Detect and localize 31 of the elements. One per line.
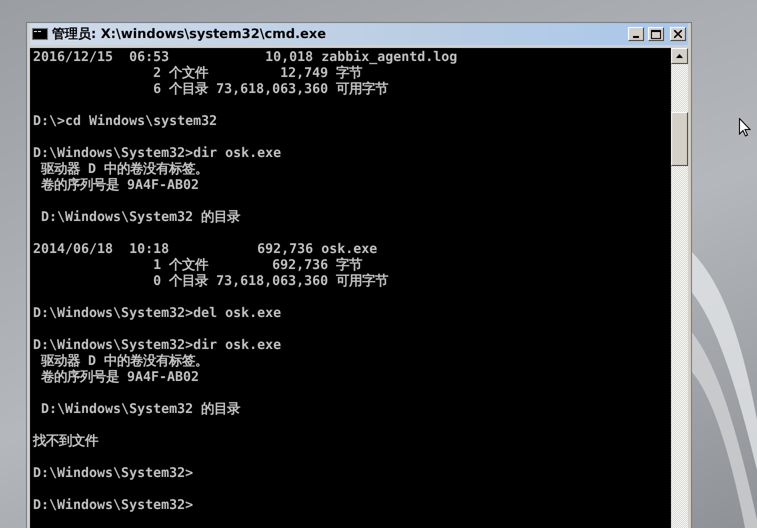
console-text: 驱动器 D 中的卷没有标签。 bbox=[40, 354, 208, 369]
console-text: 2014/06/18 10:18 692,736 osk.exe bbox=[33, 242, 378, 257]
window-title: 管理员: X:\windows\system32\cmd.exe bbox=[52, 26, 328, 43]
console-text: 1 个文件 692,736 字节 bbox=[152, 258, 362, 273]
mouse-pointer-icon bbox=[739, 118, 751, 137]
console-text: D:\Windows\System32> bbox=[33, 466, 194, 482]
console-text: 2016/12/15 06:53 10,018 zabbix_agentd.log bbox=[33, 50, 458, 65]
console-app-icon bbox=[32, 28, 48, 40]
console-text: 卷的序列号是 9A4F-AB02 bbox=[40, 178, 200, 194]
console-text: D:\Windows\System32>dir osk.exe bbox=[33, 146, 282, 162]
console-text: D:\Windows\System32 的目录 bbox=[40, 402, 240, 418]
console-text: D:\Windows\System32>del osk.exe bbox=[33, 306, 282, 322]
close-button[interactable] bbox=[670, 27, 686, 41]
close-icon bbox=[674, 30, 682, 38]
console-text: 卷的序列号是 9A4F-AB02 bbox=[40, 370, 200, 386]
minimize-button[interactable] bbox=[628, 27, 644, 41]
console-text: D:\Windows\System32> bbox=[33, 498, 194, 514]
console-text: 找不到文件 bbox=[33, 434, 98, 450]
console-text: D:\>cd Windows\system32 bbox=[33, 114, 218, 130]
scroll-up-button[interactable] bbox=[671, 48, 688, 64]
maximize-button[interactable] bbox=[648, 27, 664, 41]
console-text: 2 个文件 12,749 字节 bbox=[152, 66, 362, 81]
console-text: 0 个目录 73,618,063,360 可用字节 bbox=[152, 274, 388, 290]
console-text: 6 个目录 73,618,063,360 可用字节 bbox=[152, 82, 388, 98]
maximize-icon bbox=[651, 30, 661, 38]
vertical-scrollbar[interactable] bbox=[671, 48, 688, 528]
scrollbar-thumb[interactable] bbox=[671, 112, 688, 166]
console-text: D:\Windows\System32 的目录 bbox=[40, 210, 240, 226]
console-text: 驱动器 D 中的卷没有标签。 bbox=[40, 162, 208, 177]
console-text: D:\Windows\System32>dir osk.exe bbox=[33, 338, 282, 354]
up-arrow-icon bbox=[676, 54, 683, 58]
